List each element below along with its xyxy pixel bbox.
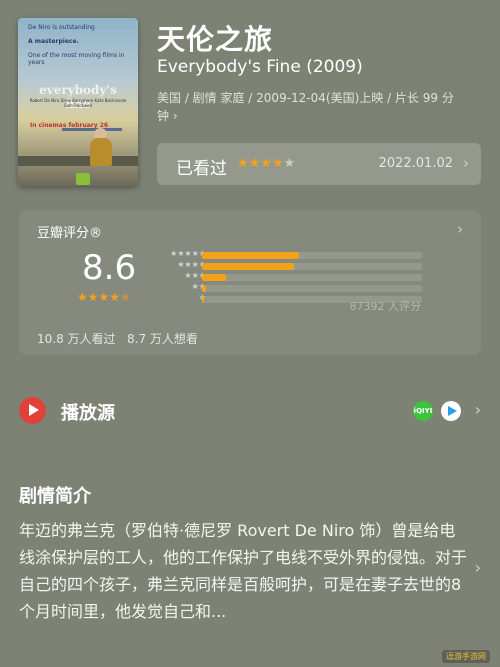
- bar-track: [202, 263, 422, 270]
- bar-fill: [202, 274, 227, 281]
- bar-track: [202, 274, 422, 281]
- want-count: 8.7 万人想看: [127, 332, 198, 346]
- poster-quote: A masterpiece.: [28, 38, 79, 45]
- watched-date: 2022.01.02: [378, 156, 453, 171]
- rating-count: 87392 人评分: [349, 300, 422, 313]
- movie-original-title: Everybody's Fine (2009): [157, 57, 363, 77]
- movie-meta[interactable]: 美国 / 剧情 家庭 / 2009-12-04(美国)上映 / 片长 99 分钟…: [157, 89, 457, 125]
- rating-score: 8.6: [82, 248, 137, 288]
- synopsis-heading: 剧情简介: [19, 486, 91, 507]
- iqiyi-icon[interactable]: iQIYI: [413, 401, 433, 421]
- douban-rating-card[interactable]: 豆瓣评分® › 8.6 ★★★★★ ★★★★★ ★★★★ ★★★ ★★ ★ 87…: [19, 210, 481, 355]
- bar-track: [202, 285, 422, 292]
- movie-title: 天伦之旅: [157, 23, 274, 56]
- chevron-right-icon[interactable]: ›: [475, 558, 481, 577]
- poster-bench: [18, 156, 138, 166]
- rating-label: 豆瓣评分®: [37, 226, 103, 241]
- star-full-icon: ★★★★: [77, 290, 121, 304]
- poster-bag: [76, 173, 90, 185]
- watched-count: 10.8 万人看过: [37, 332, 116, 346]
- chevron-right-icon: ›: [457, 220, 463, 238]
- bar-track: [202, 252, 422, 259]
- bar-fill: [202, 285, 207, 292]
- chevron-right-icon: ›: [474, 400, 481, 419]
- synopsis-text[interactable]: 年迈的弗兰克（罗伯特·德尼罗 Rovert De Niro 饰）曾是给电线涂保护…: [19, 517, 467, 625]
- rating-distribution: ★★★★★ ★★★★ ★★★ ★★ ★: [154, 249, 444, 305]
- watched-label: 已看过: [176, 159, 227, 179]
- poster-quote: De Niro is outstanding: [28, 24, 95, 31]
- my-rating-card[interactable]: 已看过 ★★★★★ 2022.01.02 ›: [157, 143, 481, 185]
- star-half-icon: ★: [120, 290, 131, 304]
- bar-fill: [202, 252, 299, 259]
- poster-cast: Robert De Niro Drew Barrymore Kate Becki…: [29, 98, 127, 108]
- play-source-label: 播放源: [61, 403, 115, 424]
- play-icon: [19, 397, 46, 424]
- rating-bar-row: ★★: [154, 282, 444, 294]
- rating-stars: ★★★★★: [77, 290, 131, 304]
- chevron-right-icon: ›: [463, 154, 469, 172]
- star-full-icon: ★★★★: [237, 156, 284, 171]
- poster-decoration: [62, 128, 122, 131]
- watermark-logo: 逗游手游网: [442, 650, 490, 663]
- bar-stars-label: ★★★★★: [170, 249, 206, 258]
- rating-stats: 10.8 万人看过 8.7 万人想看: [37, 330, 198, 347]
- google-play-icon[interactable]: [441, 401, 461, 421]
- movie-poster[interactable]: De Niro is outstanding A masterpiece. On…: [18, 18, 138, 186]
- my-rating-stars: ★★★★★: [237, 156, 295, 171]
- play-source-row[interactable]: 播放源 iQIYI ›: [19, 395, 481, 429]
- star-empty-icon: ★: [283, 156, 296, 171]
- bar-fill: [202, 296, 205, 303]
- poster-quote: One of the most moving films in years: [28, 52, 125, 66]
- bar-fill: [202, 263, 295, 270]
- poster-figure: [90, 138, 112, 166]
